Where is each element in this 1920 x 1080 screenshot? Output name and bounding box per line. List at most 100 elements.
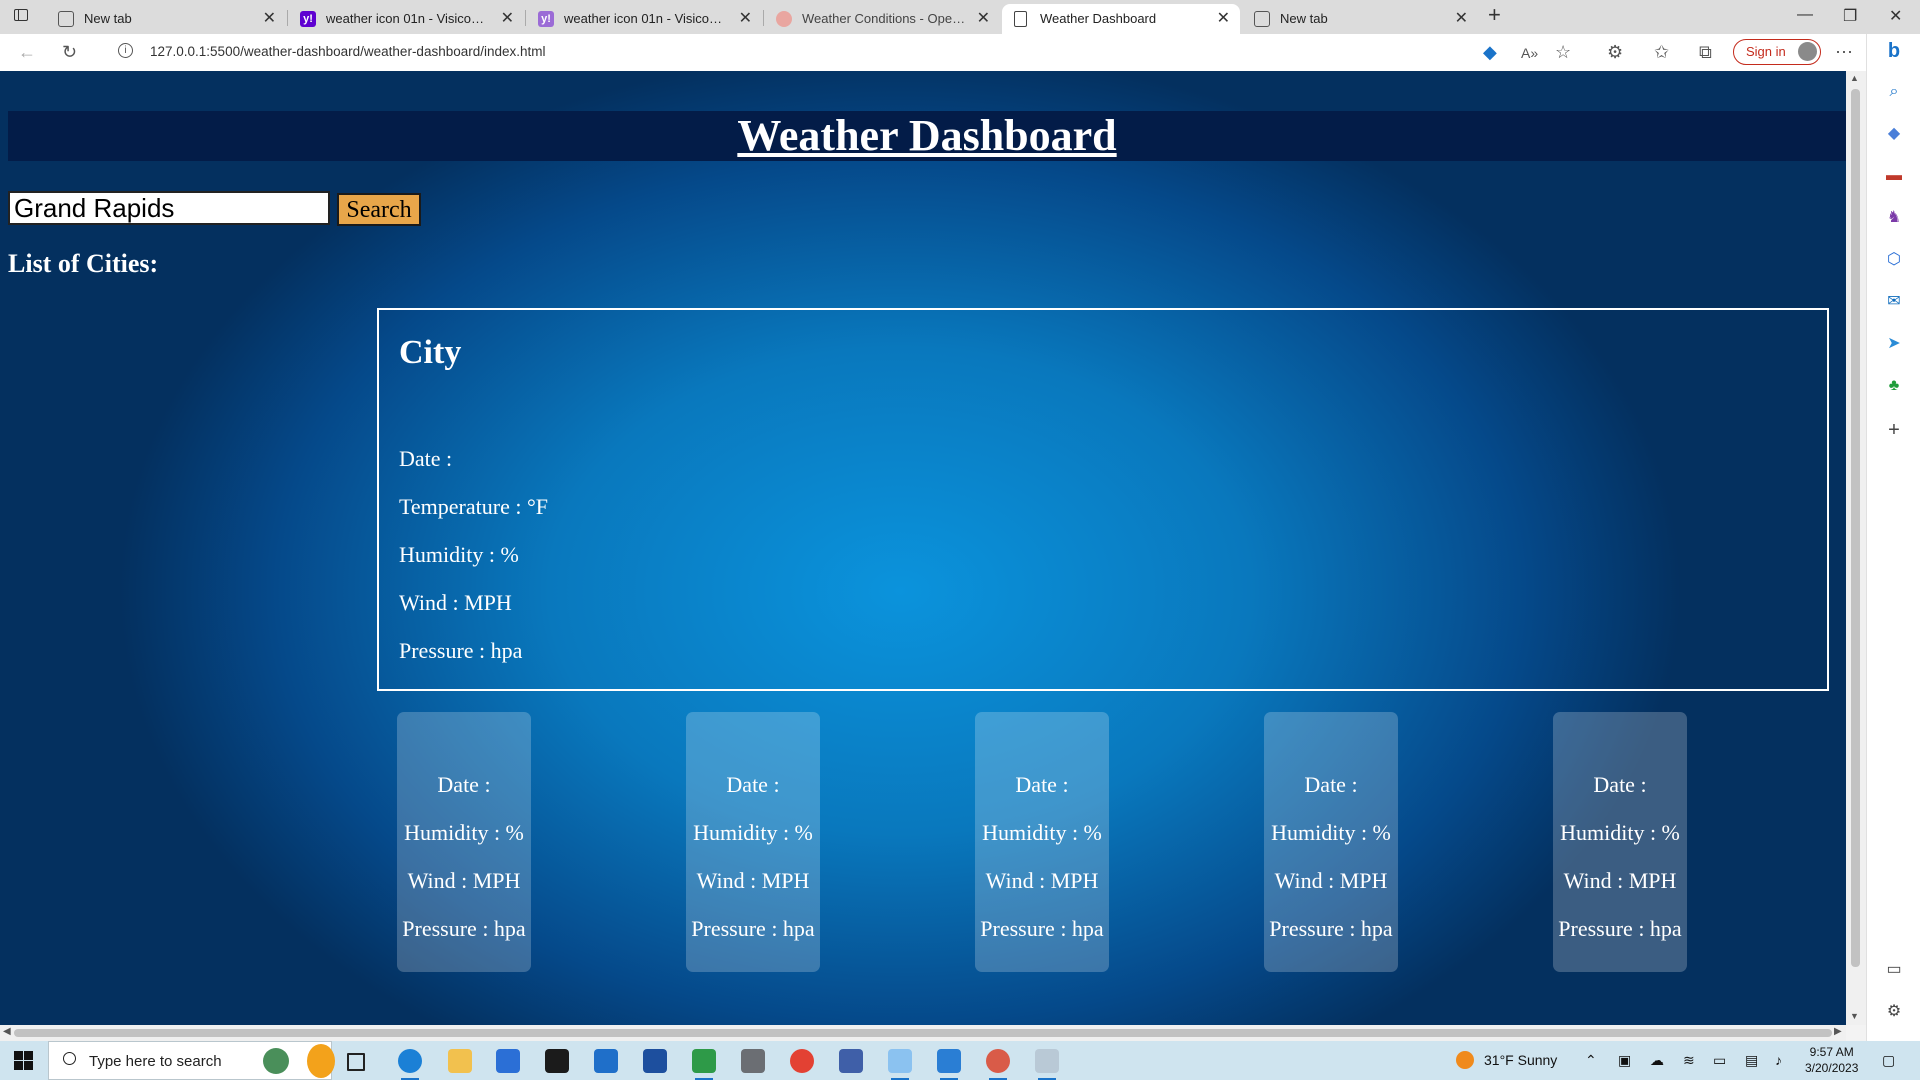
header-banner: Weather Dashboard: [8, 111, 1846, 161]
vertical-scrollbar[interactable]: ▲ ▼: [1846, 71, 1866, 1025]
add-sidebar-app-icon[interactable]: +: [1884, 420, 1904, 440]
tab-weather-dashboard[interactable]: Weather Dashboard ✕: [1002, 4, 1240, 34]
city-search-input[interactable]: [8, 191, 330, 225]
settings-gear-icon[interactable]: ⚙: [1884, 1002, 1904, 1022]
scroll-down-arrow-icon[interactable]: ▼: [1850, 1011, 1859, 1021]
windows-start-icon[interactable]: [14, 1051, 33, 1070]
task-view-icon[interactable]: [347, 1053, 365, 1071]
display-icon[interactable]: ▤: [1745, 1052, 1758, 1069]
sidebar-toggle-icon[interactable]: ▭: [1884, 960, 1904, 980]
volume-icon[interactable]: ♪: [1775, 1052, 1782, 1068]
tab-actions-icon[interactable]: [14, 9, 28, 21]
yahoo-icon: y!: [538, 11, 554, 27]
address-bar[interactable]: i 127.0.0.1:5500/weather-dashboard/weath…: [104, 38, 1474, 66]
search-icon: [63, 1052, 76, 1065]
new-tab-plus-icon[interactable]: +: [1488, 2, 1501, 28]
restore-icon[interactable]: ❐: [1843, 6, 1857, 26]
close-tab-icon[interactable]: ✕: [977, 8, 990, 28]
games-icon[interactable]: ♞: [1884, 208, 1904, 228]
forecast-date: Date :: [726, 772, 780, 797]
drop-icon[interactable]: ➤: [1884, 334, 1904, 354]
paint-icon[interactable]: [1035, 1049, 1059, 1080]
chrome-profile-icon[interactable]: [986, 1049, 1010, 1080]
meet-now-icon[interactable]: ▣: [1618, 1052, 1631, 1069]
microsoft-365-icon[interactable]: ⬡: [1884, 250, 1904, 270]
bing-chat-icon[interactable]: b: [1877, 34, 1911, 68]
remote-desktop-icon[interactable]: [839, 1049, 863, 1073]
file-explorer-icon[interactable]: [448, 1049, 472, 1073]
extensions-icon[interactable]: ⚙: [1607, 42, 1623, 62]
minimize-icon[interactable]: —: [1797, 6, 1813, 24]
scroll-up-arrow-icon[interactable]: ▲: [1850, 73, 1859, 83]
mail-icon[interactable]: [594, 1049, 618, 1073]
tab-openweather[interactable]: Weather Conditions - OpenWeather ✕: [764, 4, 1000, 34]
forecast-date: Date :: [1304, 772, 1358, 797]
forecast-pressure: Pressure : hpa: [980, 916, 1104, 941]
tab-new-tab-1[interactable]: New tab ✕: [46, 4, 286, 34]
shopping-tag-icon[interactable]: ◆: [1483, 42, 1497, 62]
cities-list-heading: List of Cities:: [8, 249, 159, 278]
tab-yahoo-search-1[interactable]: y! weather icon 01n - Visicom Yahoo Sear…: [288, 4, 524, 34]
read-aloud-icon[interactable]: A»: [1521, 43, 1538, 63]
close-tab-icon[interactable]: ✕: [1455, 8, 1468, 28]
sign-in-button[interactable]: Sign in: [1733, 39, 1821, 65]
current-temperature: Temperature : °F: [399, 494, 548, 519]
refresh-icon[interactable]: ↻: [62, 42, 77, 62]
favorites-icon[interactable]: ✩: [1654, 42, 1669, 62]
close-window-icon[interactable]: ✕: [1889, 6, 1902, 26]
vertical-scroll-thumb[interactable]: [1851, 89, 1860, 967]
show-hidden-icons-chevron-icon[interactable]: ⌃: [1585, 1052, 1597, 1069]
chart-app-icon[interactable]: [692, 1049, 716, 1080]
battery-icon[interactable]: ▭: [1713, 1052, 1726, 1069]
chrome-icon[interactable]: [790, 1049, 814, 1073]
scroll-left-arrow-icon[interactable]: ◀: [3, 1026, 11, 1037]
tree-icon[interactable]: ♣: [1884, 376, 1904, 396]
close-tab-icon[interactable]: ✕: [1217, 8, 1230, 28]
terminal-icon[interactable]: [545, 1049, 569, 1073]
clock-date: 3/20/2023: [1805, 1061, 1859, 1075]
taskbar-search-box[interactable]: Type here to search: [48, 1041, 335, 1080]
newtab-icon: [1254, 11, 1270, 27]
collections-icon[interactable]: ⧉: [1699, 42, 1712, 62]
taskbar-weather[interactable]: 31°F Sunny: [1484, 1052, 1557, 1068]
shopping-icon[interactable]: ◆: [1884, 124, 1904, 144]
page-title: Weather Dashboard: [737, 111, 1117, 160]
tab-new-tab-2[interactable]: New tab ✕: [1242, 4, 1478, 34]
forecast-pressure: Pressure : hpa: [1558, 916, 1682, 941]
calculator-icon[interactable]: [741, 1049, 765, 1073]
taskbar-clock[interactable]: 9:57 AM 3/20/2023: [1805, 1044, 1858, 1076]
windows-taskbar: Type here to search 31°F Sunny ⌃ ▣ ☁ ≋ ▭…: [0, 1041, 1920, 1080]
add-favorite-icon[interactable]: ☆: [1555, 42, 1571, 62]
yahoo-icon: y!: [300, 11, 316, 27]
notifications-icon[interactable]: ▢: [1882, 1052, 1895, 1069]
city-name: City: [399, 334, 462, 371]
browser-toolbar: ← ↻ i 127.0.0.1:5500/weather-dashboard/w…: [0, 34, 1920, 72]
tab-yahoo-search-2[interactable]: y! weather icon 01n - Visicom Yahoo Sear…: [526, 4, 762, 34]
close-tab-icon[interactable]: ✕: [739, 8, 752, 28]
scroll-right-arrow-icon[interactable]: ▶: [1834, 1026, 1842, 1037]
forecast-humidity: Humidity : %: [1560, 820, 1680, 845]
site-info-icon[interactable]: i: [118, 43, 133, 58]
vscode-icon[interactable]: [937, 1049, 961, 1080]
edge-app-icon[interactable]: [398, 1049, 422, 1080]
horizontal-scroll-thumb[interactable]: [14, 1029, 1832, 1037]
onedrive-icon[interactable]: ☁: [1650, 1052, 1664, 1069]
forecast-pressure: Pressure : hpa: [1269, 916, 1393, 941]
horizontal-scrollbar[interactable]: ◀ ▶: [0, 1025, 1846, 1041]
weather-sun-icon[interactable]: [1456, 1051, 1474, 1069]
more-options-icon[interactable]: ⋯: [1835, 42, 1853, 62]
git-app-icon[interactable]: [888, 1049, 912, 1080]
close-tab-icon[interactable]: ✕: [501, 8, 514, 28]
close-tab-icon[interactable]: ✕: [263, 8, 276, 28]
outlook-icon[interactable]: ✉: [1884, 292, 1904, 312]
forecast-card: Date : Humidity : % Wind : MPH Pressure …: [1553, 712, 1687, 972]
search-button[interactable]: Search: [337, 193, 421, 226]
microsoft-store-icon[interactable]: [496, 1049, 520, 1073]
url-text[interactable]: 127.0.0.1:5500/weather-dashboard/weather…: [150, 44, 546, 59]
search-icon[interactable]: ⌕: [1884, 82, 1904, 102]
tools-icon[interactable]: ▬: [1884, 166, 1904, 186]
back-icon[interactable]: ←: [18, 42, 36, 62]
powershell-icon[interactable]: [643, 1049, 667, 1073]
taskbar-search-placeholder: Type here to search: [89, 1053, 222, 1070]
wifi-icon[interactable]: ≋: [1683, 1052, 1695, 1069]
